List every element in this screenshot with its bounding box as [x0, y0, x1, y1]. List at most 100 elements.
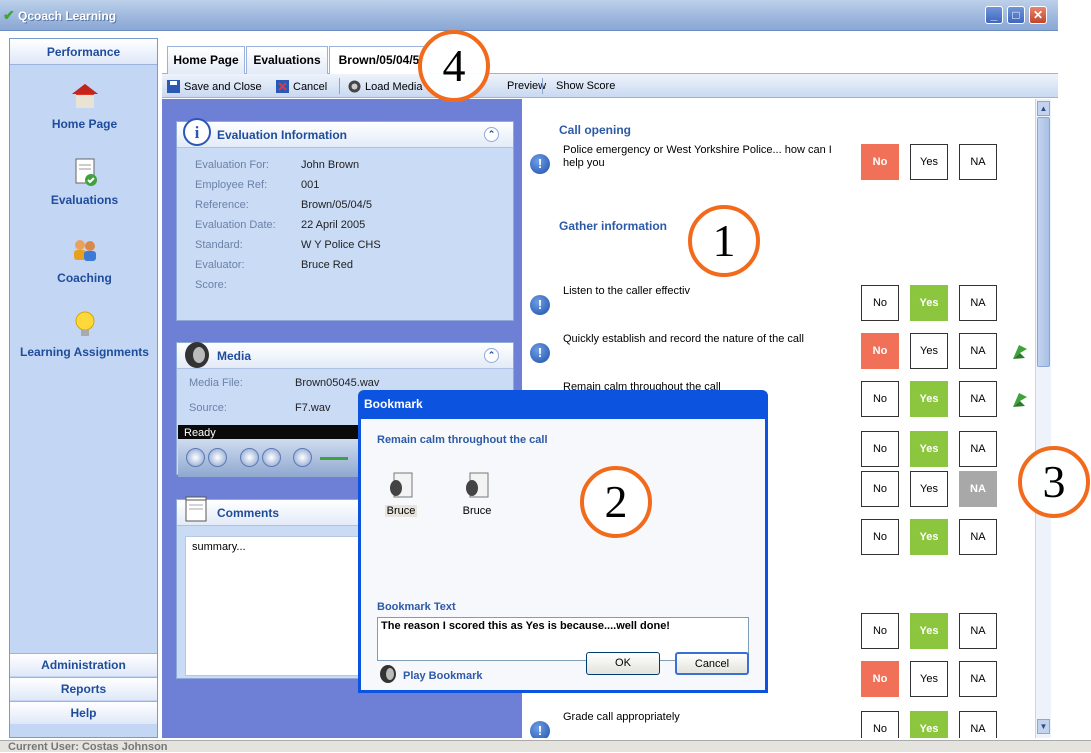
answer-na-button[interactable]: NA [959, 333, 997, 369]
bookmark-flag-icon[interactable] [1011, 391, 1029, 409]
sidebar-item-coaching[interactable]: Coaching [10, 235, 159, 285]
mute-button[interactable] [293, 448, 312, 467]
answer-no-button[interactable]: No [861, 381, 899, 417]
field-value: W Y Police CHS [301, 239, 381, 251]
sidebar-reports[interactable]: Reports [10, 677, 157, 700]
stop-button[interactable] [208, 448, 227, 467]
play-button[interactable] [186, 448, 205, 467]
dialog-body: Remain calm throughout the call Bruce Br… [361, 419, 765, 690]
load-media-button[interactable]: Load Media [348, 80, 423, 93]
bookmark-item[interactable]: Bruce [371, 471, 431, 517]
answer-no-button[interactable]: No [861, 613, 899, 649]
answer-yes-button[interactable]: Yes [910, 144, 948, 180]
lightbulb-icon [75, 311, 94, 336]
field-value: Brown/05/04/5 [301, 199, 372, 211]
question-info-icon[interactable]: ! [530, 295, 550, 315]
tab-evaluations[interactable]: Evaluations [246, 46, 328, 74]
field-label: Score: [195, 279, 227, 291]
answer-yes-button[interactable]: Yes [910, 333, 948, 369]
tab-evaluation-detail[interactable]: Brown/05/04/5 [329, 46, 429, 75]
collapse-icon[interactable]: ⌃ [484, 127, 499, 142]
scrollbar-thumb[interactable] [1037, 117, 1050, 367]
media-header: Media ⌃ [177, 342, 513, 369]
scroll-up-icon[interactable]: ▲ [1037, 101, 1050, 116]
question-text: Quickly establish and record the nature … [563, 333, 804, 345]
save-and-close-button[interactable]: Save and Close [167, 80, 262, 93]
next-button[interactable] [262, 448, 281, 467]
svg-text:i: i [195, 123, 200, 142]
answer-na-button[interactable]: NA [959, 431, 997, 467]
question-row: ! Listen to the caller effectiv No Yes NA [526, 283, 1035, 323]
callout-4: 4 [418, 30, 490, 102]
answer-na-button[interactable]: NA [959, 471, 997, 507]
answer-no-button[interactable]: No [861, 471, 899, 507]
collapse-icon[interactable]: ⌃ [484, 348, 499, 363]
sidebar-item-learning-assignments[interactable]: Learning Assignments [10, 309, 159, 359]
maximize-button[interactable]: □ [1007, 6, 1025, 24]
answer-yes-button[interactable]: Yes [910, 661, 948, 697]
sidebar-item-label: Home Page [51, 117, 118, 131]
field-value: Bruce Red [301, 259, 353, 271]
question-info-icon[interactable]: ! [530, 343, 550, 363]
volume-slider[interactable] [320, 457, 348, 460]
audio-document-icon [466, 472, 489, 498]
answer-yes-button[interactable]: Yes [910, 471, 948, 507]
answer-na-button[interactable]: NA [959, 711, 997, 738]
cancel-label: Cancel [293, 81, 328, 93]
title-bar: ✔ Qcoach Learning [0, 0, 1058, 31]
answer-na-button[interactable]: NA [959, 285, 997, 321]
speaker-icon [380, 665, 396, 683]
answer-na-button[interactable]: NA [959, 144, 997, 180]
sidebar-help[interactable]: Help [10, 701, 157, 724]
answer-yes-button[interactable]: Yes [910, 519, 948, 555]
answer-na-button[interactable]: NA [959, 381, 997, 417]
answer-no-button[interactable]: No [861, 661, 899, 697]
people-icon [73, 240, 96, 261]
previous-button[interactable] [240, 448, 259, 467]
callout-3: 3 [1018, 446, 1090, 518]
scroll-down-icon[interactable]: ▼ [1037, 719, 1050, 734]
vertical-scrollbar[interactable]: ▲ ▼ [1035, 99, 1051, 738]
field-label: Evaluation Date: [195, 219, 276, 231]
answer-yes-button[interactable]: Yes [910, 613, 948, 649]
answer-yes-button[interactable]: Yes [910, 285, 948, 321]
toolbar-separator [542, 78, 543, 94]
answer-no-button[interactable]: No [861, 519, 899, 555]
speaker-icon [185, 342, 209, 368]
save-icon [167, 80, 180, 93]
answer-no-button[interactable]: No [861, 285, 899, 321]
info-icon: i [183, 118, 211, 146]
sidebar-header[interactable]: Performance [10, 39, 157, 65]
play-bookmark-link[interactable]: Play Bookmark [403, 670, 482, 682]
answer-yes-button[interactable]: Yes [910, 431, 948, 467]
sidebar-item-evaluations[interactable]: Evaluations [10, 157, 159, 207]
answer-no-button[interactable]: No [861, 144, 899, 180]
answer-yes-button[interactable]: Yes [910, 711, 948, 738]
load-media-label: Load Media [365, 81, 423, 93]
answer-na-button[interactable]: NA [959, 661, 997, 697]
dialog-cancel-button[interactable]: Cancel [675, 652, 749, 675]
evaluation-information-title: Evaluation Information [217, 128, 348, 142]
sidebar-item-home-page[interactable]: Home Page [10, 81, 159, 131]
question-info-icon[interactable]: ! [530, 721, 550, 738]
toolbar: Save and Close Cancel Load Media Preview… [162, 74, 1058, 98]
answer-no-button[interactable]: No [861, 431, 899, 467]
bookmark-flag-icon[interactable] [1011, 343, 1029, 361]
answer-na-button[interactable]: NA [959, 519, 997, 555]
answer-no-button[interactable]: No [861, 333, 899, 369]
ok-button[interactable]: OK [586, 652, 660, 675]
answer-na-button[interactable]: NA [959, 613, 997, 649]
preview-button[interactable]: Preview [507, 80, 546, 92]
bookmark-item[interactable]: Bruce [447, 471, 507, 517]
cancel-button[interactable]: Cancel [276, 80, 327, 93]
answer-no-button[interactable]: No [861, 711, 899, 738]
sidebar-administration[interactable]: Administration [10, 653, 157, 676]
tab-home-page[interactable]: Home Page [167, 46, 245, 74]
question-info-icon[interactable]: ! [530, 154, 550, 174]
field-value: 001 [301, 179, 320, 191]
show-score-button[interactable]: Show Score [556, 80, 615, 92]
answer-yes-button[interactable]: Yes [910, 381, 948, 417]
close-button[interactable]: ✕ [1029, 6, 1047, 24]
minimize-button[interactable]: _ [985, 6, 1003, 24]
field-label: Employee Ref: [195, 179, 268, 191]
